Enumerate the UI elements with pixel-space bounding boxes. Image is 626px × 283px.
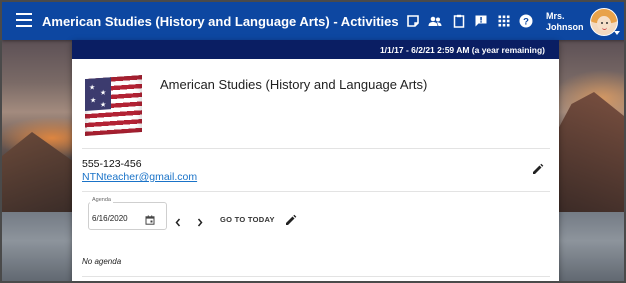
calendar-icon[interactable] bbox=[145, 212, 155, 225]
edit-agenda-icon[interactable] bbox=[285, 213, 297, 225]
menu-icon[interactable] bbox=[16, 13, 32, 27]
class-title: American Studies (History and Language A… bbox=[160, 77, 428, 92]
email-link[interactable]: NTNteacher@gmail.com bbox=[82, 171, 197, 183]
svg-text:?: ? bbox=[523, 17, 529, 28]
chevron-down-icon[interactable] bbox=[614, 31, 620, 35]
empty-agenda-text: No agenda bbox=[82, 257, 122, 266]
date-range: 1/1/17 - 6/2/21 2:59 AM (a year remainin… bbox=[379, 45, 545, 55]
class-card: 1/1/17 - 6/2/21 2:59 AM (a year remainin… bbox=[72, 40, 559, 281]
date-range-bar: 1/1/17 - 6/2/21 2:59 AM (a year remainin… bbox=[72, 40, 559, 59]
user-name-line2: Johnson bbox=[546, 22, 584, 32]
people-icon[interactable] bbox=[428, 14, 442, 28]
chevron-right-icon[interactable] bbox=[196, 214, 204, 227]
class-image-flag: ★ ★ ★ ★ bbox=[85, 75, 142, 136]
top-app-bar: American Studies (History and Language A… bbox=[2, 2, 624, 40]
user-name-line1: Mrs. bbox=[546, 11, 565, 21]
clipboard-icon[interactable] bbox=[452, 14, 466, 28]
page-title: American Studies (History and Language A… bbox=[42, 14, 399, 29]
phone-number: 555-123-456 bbox=[82, 158, 142, 170]
apps-icon[interactable] bbox=[497, 14, 511, 28]
go-to-today-button[interactable]: GO TO TODAY bbox=[220, 215, 275, 224]
divider bbox=[82, 191, 550, 192]
chevron-left-icon[interactable] bbox=[174, 214, 182, 227]
alert-icon[interactable] bbox=[474, 14, 488, 28]
divider bbox=[82, 276, 550, 277]
agenda-label: Agenda bbox=[90, 197, 113, 203]
app-window: American Studies (History and Language A… bbox=[0, 0, 626, 283]
user-name[interactable]: Mrs. Johnson bbox=[546, 11, 586, 33]
help-icon[interactable]: ? bbox=[519, 14, 533, 28]
divider bbox=[82, 148, 550, 149]
agenda-date-value: 6/16/2020 bbox=[92, 214, 128, 223]
edit-contact-icon[interactable] bbox=[532, 162, 544, 174]
notes-icon[interactable] bbox=[406, 14, 420, 28]
